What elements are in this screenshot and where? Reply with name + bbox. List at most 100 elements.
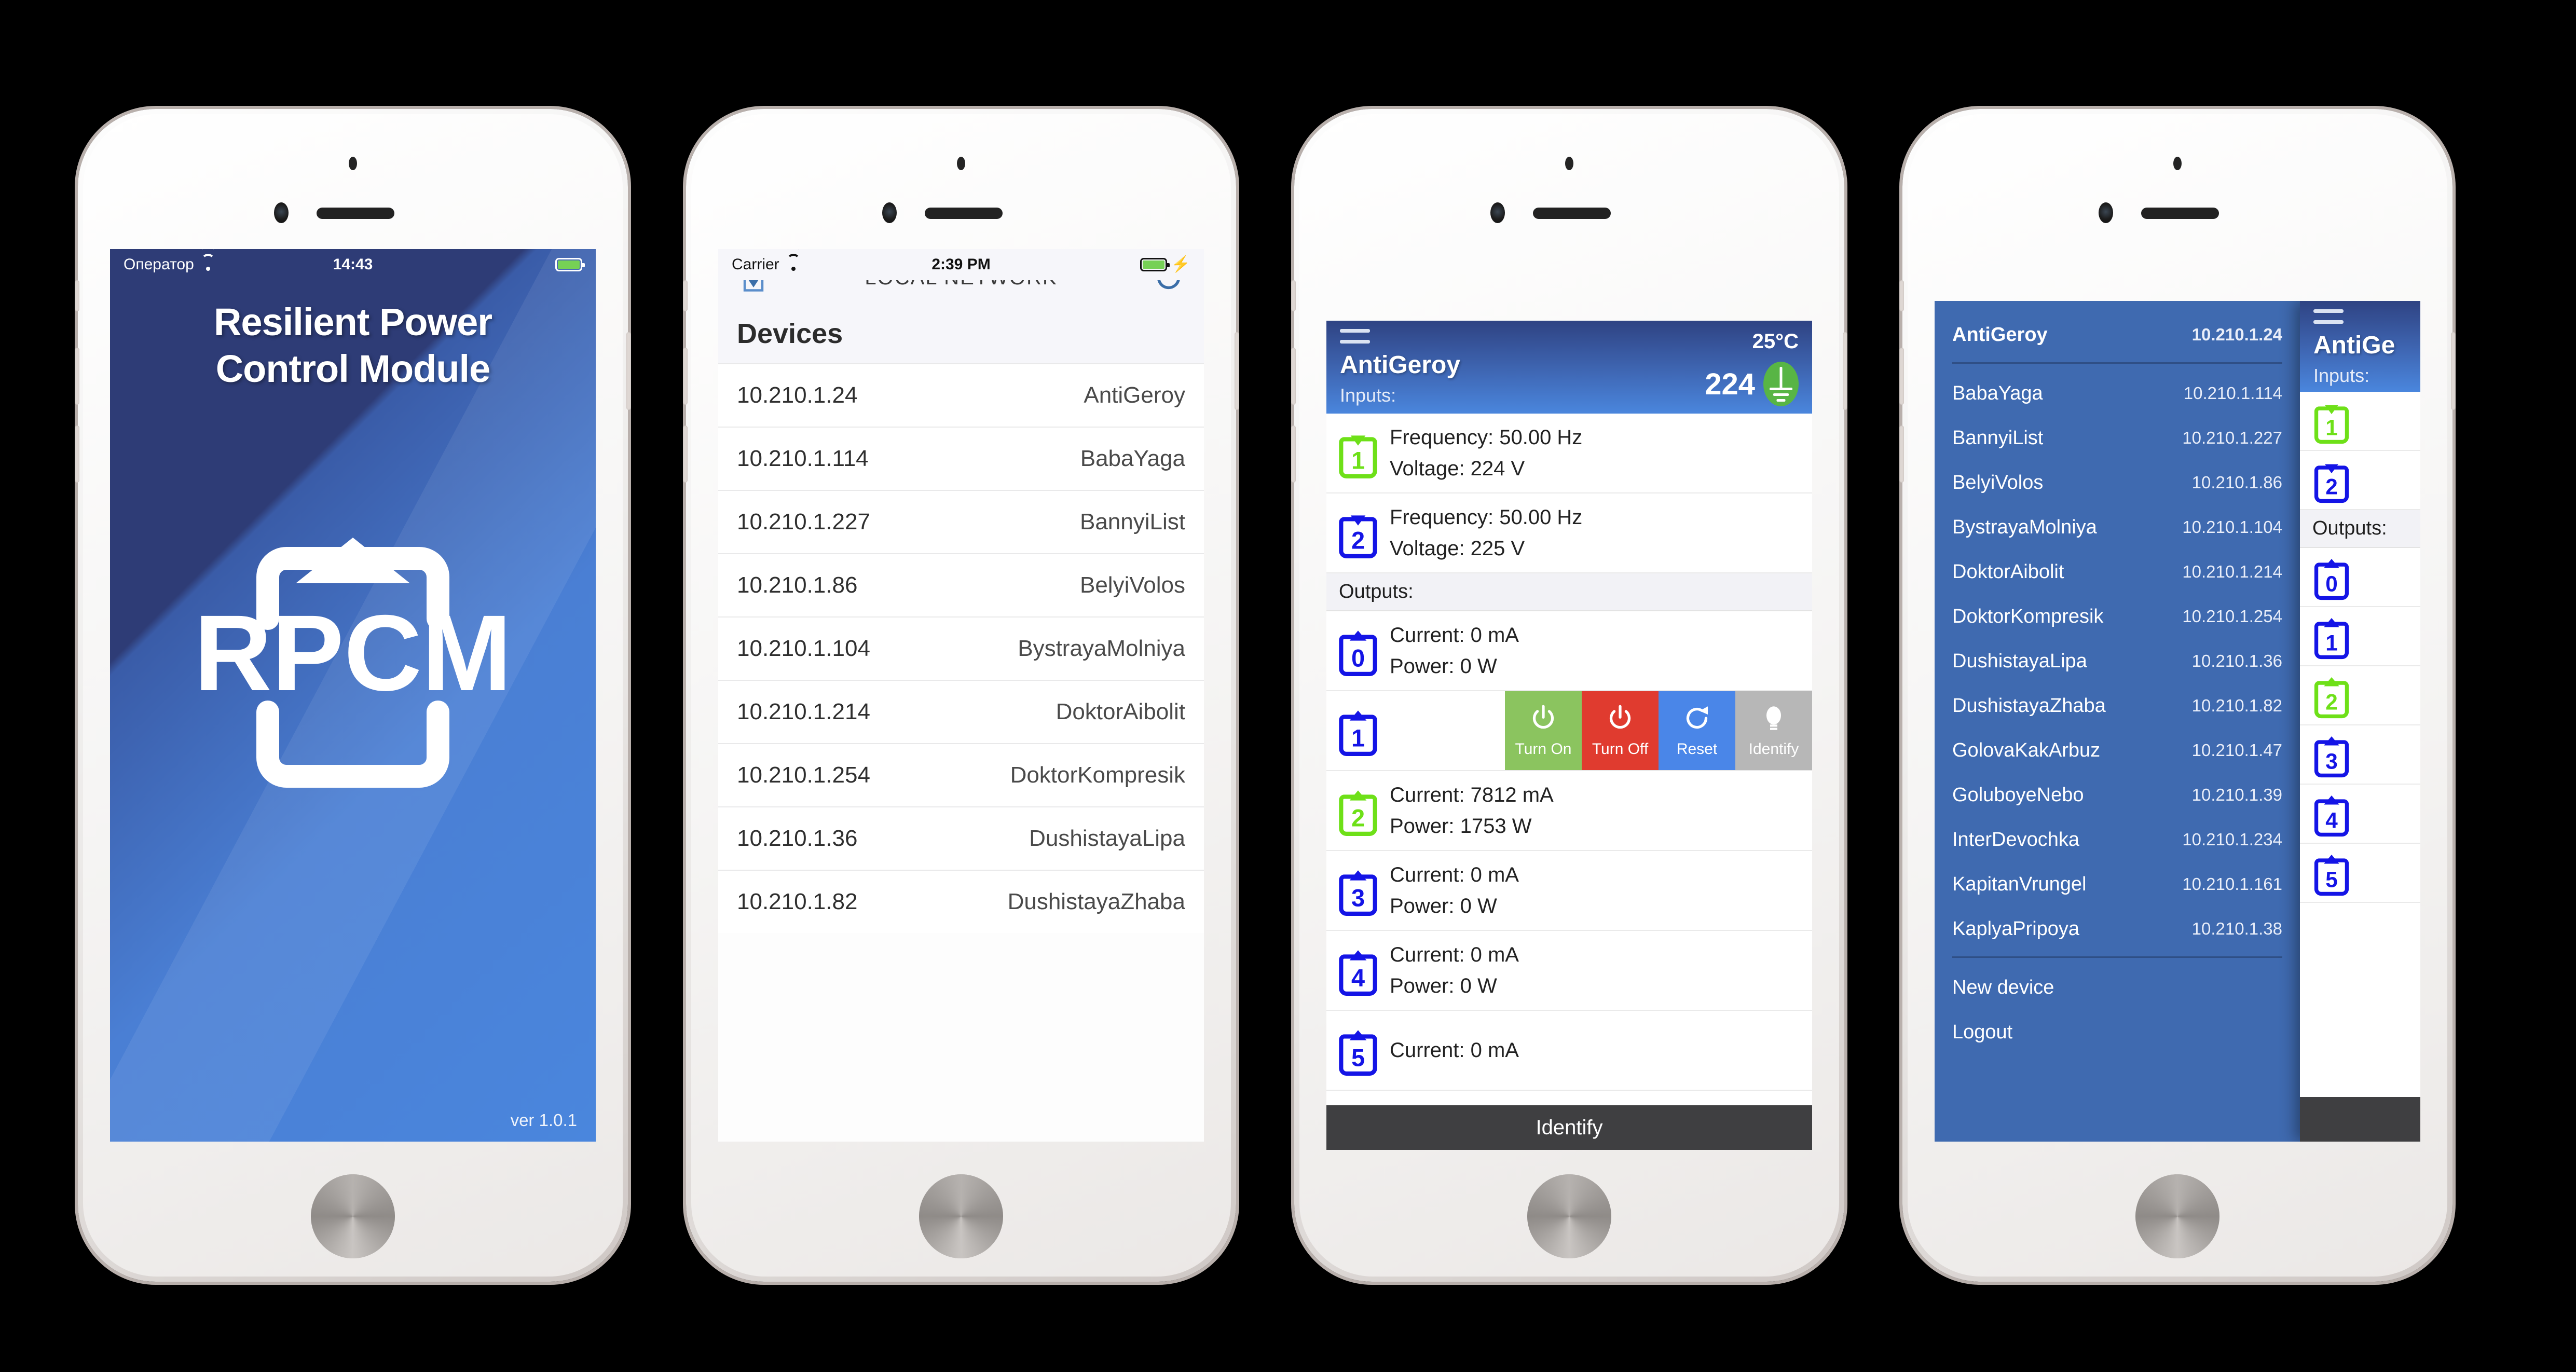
rpcm-logo-svg: RPCM xyxy=(194,538,512,788)
device-list-row[interactable]: 10.210.1.214 DoktorAibolit xyxy=(718,680,1204,743)
status-bar: Оператор 14:43 xyxy=(110,249,596,280)
drawer-device-item[interactable]: BannyiList 10.210.1.227 xyxy=(1935,416,2300,460)
peek-identify-toolbar[interactable] xyxy=(2300,1097,2420,1142)
input-row[interactable]: 2 Frequency: 50.00 Hz Voltage: 225 V xyxy=(1326,493,1812,573)
drawer-device-item[interactable]: DoktorKompresik 10.210.1.254 xyxy=(1935,594,2300,639)
device-name: BelyiVolos xyxy=(1079,572,1185,598)
drawer-device-item[interactable]: GolovaKakArbuz 10.210.1.47 xyxy=(1935,728,2300,773)
device-name: AntiGeroy xyxy=(1084,382,1185,408)
peek-device-name: AntiGe xyxy=(2313,332,2395,359)
app-title-line2: Control Module xyxy=(215,347,491,391)
status-bar: Carrier 2:39 PM ⚡ xyxy=(718,249,1204,280)
swipe-action-label: Identify xyxy=(1748,740,1799,758)
volume-up-button[interactable] xyxy=(75,348,79,405)
status-left: Оператор xyxy=(124,254,333,273)
metric-line: Voltage: 224 V xyxy=(1390,457,1525,480)
power-button[interactable] xyxy=(2451,332,2456,410)
device-list-row[interactable]: 10.210.1.114 BabaYaga xyxy=(718,427,1204,490)
home-button[interactable] xyxy=(919,1174,1003,1258)
output-row[interactable]: 0 Current: 0 mA Power: 0 W xyxy=(1326,611,1812,691)
metric-line: Current: 7812 mA xyxy=(1390,784,1554,806)
metric-line: Power: 0 W xyxy=(1390,895,1497,917)
screenshot-stage: Оператор 14:43 Resilient Power Control M… xyxy=(0,0,2576,1372)
phone-4-drawer: AntiGeroy 10.210.1.24 BabaYaga 10.210.1.114… xyxy=(1899,109,2456,1282)
volume-down-button[interactable] xyxy=(1899,426,1904,483)
drawer-device-item[interactable]: InterDevochka 10.210.1.234 xyxy=(1935,817,2300,862)
phone-1-splash: Оператор 14:43 Resilient Power Control M… xyxy=(75,109,631,1282)
mute-switch[interactable] xyxy=(1291,280,1296,311)
device-list: 10.210.1.24 AntiGeroy 10.210.1.114 BabaYaga… xyxy=(718,363,1204,933)
volume-up-button[interactable] xyxy=(683,348,688,405)
device-ip: 10.210.1.24 xyxy=(737,382,858,408)
svg-text:5: 5 xyxy=(1351,1045,1365,1072)
hamburger-icon[interactable] xyxy=(2313,309,2344,324)
peek-panel[interactable]: AntiGe Inputs: 1 2 Outputs: 0 1 2 3 4 5 xyxy=(2300,301,2420,1142)
drawer-device-name: InterDevochka xyxy=(1952,828,2080,850)
power-button[interactable] xyxy=(626,332,631,410)
device-list-row[interactable]: 10.210.1.104 BystrayaMolniya xyxy=(718,616,1204,680)
drawer-device-item[interactable]: DushistayaLipa 10.210.1.36 xyxy=(1935,639,2300,683)
drawer-device-name: DoktorKompresik xyxy=(1952,605,2104,627)
home-button[interactable] xyxy=(1527,1174,1611,1258)
swipe-action-identify-button[interactable]: Identify xyxy=(1735,691,1812,770)
swipe-action-turn-on-button[interactable]: Turn On xyxy=(1505,691,1582,770)
proximity-sensor xyxy=(957,157,965,170)
power-button[interactable] xyxy=(1235,332,1239,410)
drawer-new-device-button[interactable]: New device xyxy=(1935,965,2300,1010)
output-row[interactable]: 3 Current: 0 mA Power: 0 W xyxy=(1326,851,1812,931)
device-list-row[interactable]: 10.210.1.36 DushistayaLipa xyxy=(718,806,1204,870)
hamburger-icon[interactable] xyxy=(1340,329,1370,344)
lightbulb-icon xyxy=(1759,704,1788,735)
peek-output-row: 1 xyxy=(2300,607,2420,666)
power-button[interactable] xyxy=(1843,332,1847,410)
metric-line: Current: 0 mA xyxy=(1390,624,1519,647)
drawer-device-item[interactable]: BelyiVolos 10.210.1.86 xyxy=(1935,460,2300,505)
drawer-logout-button[interactable]: Logout xyxy=(1935,1010,2300,1054)
home-button[interactable] xyxy=(2135,1174,2219,1258)
device-list-row[interactable]: 10.210.1.254 DoktorKompresik xyxy=(718,743,1204,806)
drawer-device-item[interactable]: KapitanVrungel 10.210.1.161 xyxy=(1935,862,2300,907)
mute-switch[interactable] xyxy=(1899,280,1904,311)
drawer-device-ip: 10.210.1.227 xyxy=(2182,428,2282,447)
metric-values: Current: 0 mA xyxy=(1390,1027,1812,1073)
device-list-row[interactable]: 10.210.1.82 DushistayaZhaba xyxy=(718,870,1204,933)
proximity-sensor xyxy=(1565,157,1573,170)
drawer-device-item[interactable]: AntiGeroy 10.210.1.24 xyxy=(1935,312,2300,357)
device-list-row[interactable]: 10.210.1.86 BelyiVolos xyxy=(718,553,1204,616)
output-row[interactable]: 1 Turn On Turn Off Reset Identify xyxy=(1326,691,1812,771)
swipe-action-reset-button[interactable]: Reset xyxy=(1659,691,1735,770)
identify-toolbar-button[interactable]: Identify xyxy=(1326,1105,1812,1150)
drawer-device-item[interactable]: DoktorAibolit 10.210.1.214 xyxy=(1935,550,2300,594)
mute-switch[interactable] xyxy=(683,280,688,311)
phone-2-screen: Carrier 2:39 PM ⚡ LOCAL NETWORK xyxy=(718,249,1204,1142)
peek-inputs-label: Inputs: xyxy=(2313,365,2370,386)
peek-output-row: 0 xyxy=(2300,548,2420,607)
drawer-device-item[interactable]: KaplyaPripoya 10.210.1.38 xyxy=(1935,907,2300,951)
drawer-device-item[interactable]: GoluboyeNebo 10.210.1.39 xyxy=(1935,773,2300,817)
output-row[interactable]: 4 Current: 0 mA Power: 0 W xyxy=(1326,931,1812,1011)
volume-down-button[interactable] xyxy=(75,426,79,483)
drawer-device-item[interactable]: DushistayaZhaba 10.210.1.82 xyxy=(1935,683,2300,728)
home-button[interactable] xyxy=(311,1174,395,1258)
drawer-device-item[interactable]: BystrayaMolniya 10.210.1.104 xyxy=(1935,505,2300,550)
volume-up-button[interactable] xyxy=(1291,348,1296,405)
device-list-row[interactable]: 10.210.1.24 AntiGeroy xyxy=(718,363,1204,427)
port-icon: 1 xyxy=(2300,397,2363,445)
power-icon xyxy=(1529,704,1558,735)
peek-input-row: 1 xyxy=(2300,392,2420,451)
rpcm-logo: RPCM xyxy=(110,519,596,810)
drawer-device-ip: 10.210.1.254 xyxy=(2182,607,2282,626)
volume-up-button[interactable] xyxy=(1899,348,1904,405)
drawer-device-item[interactable]: BabaYaga 10.210.1.114 xyxy=(1935,371,2300,416)
volume-down-button[interactable] xyxy=(1291,426,1296,483)
swipe-action-turn-off-button[interactable]: Turn Off xyxy=(1582,691,1659,770)
output-row[interactable]: 5 Current: 0 mA xyxy=(1326,1011,1812,1091)
output-row[interactable]: 2 Current: 7812 mA Power: 1753 W xyxy=(1326,771,1812,851)
svg-text:3: 3 xyxy=(1351,885,1365,912)
input-row[interactable]: 1 Frequency: 50.00 Hz Voltage: 224 V xyxy=(1326,414,1812,493)
identify-toolbar-label: Identify xyxy=(1536,1116,1603,1139)
earpiece-speaker xyxy=(925,208,1003,219)
device-list-row[interactable]: 10.210.1.227 BannyiList xyxy=(718,490,1204,553)
volume-down-button[interactable] xyxy=(683,426,688,483)
mute-switch[interactable] xyxy=(75,280,79,311)
